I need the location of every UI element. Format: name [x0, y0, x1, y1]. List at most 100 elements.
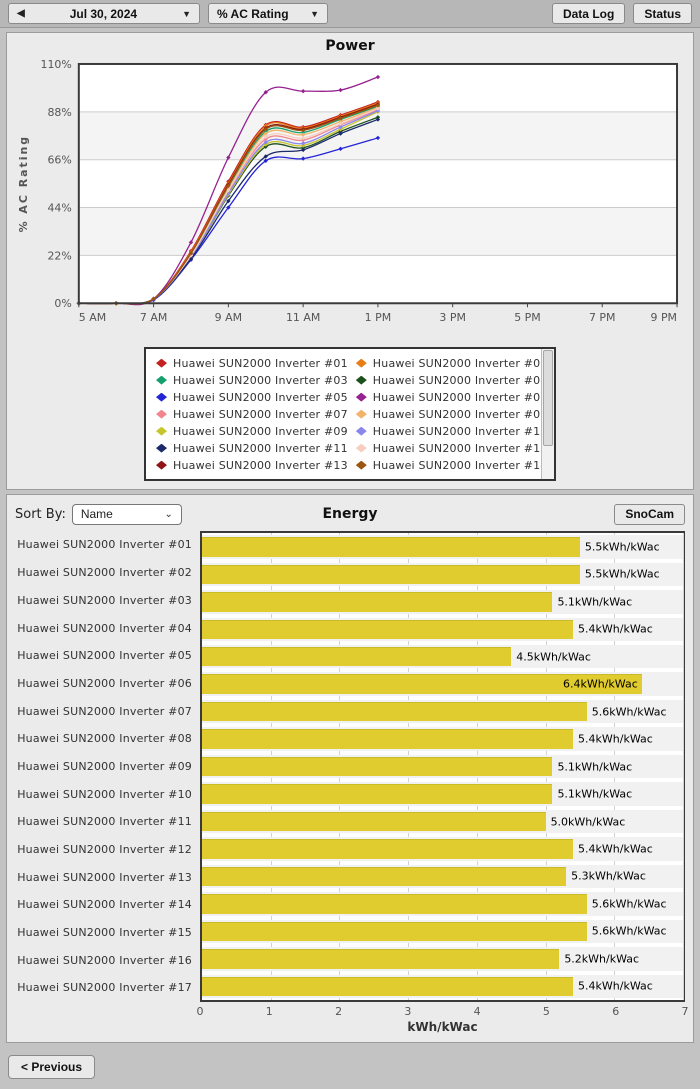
legend-grid: Huawei SUN2000 Inverter #01 Huawei SUN200… — [156, 356, 547, 472]
power-y-tick-label: 22% — [47, 249, 71, 262]
power-y-tick-label: 110% — [41, 58, 72, 71]
power-x-tick-label: 9 PM — [651, 311, 678, 324]
energy-bar — [202, 949, 560, 969]
power-x-tick-label: 7 PM — [589, 311, 616, 324]
energy-x-ticks: 0 1 2 3 4 5 6 7 — [196, 1002, 689, 1019]
legend-item: Huawei SUN2000 Inverter #07 — [156, 407, 348, 421]
legend-marker-diamond-icon — [355, 426, 367, 436]
power-y-tick-label: 88% — [47, 106, 71, 119]
toolbar: ◀ Jul 30, 2024 ▼ % AC Rating ▼ Data Log … — [0, 0, 700, 28]
legend-marker-diamond-icon — [355, 375, 367, 385]
legend-marker-diamond-icon — [156, 375, 167, 385]
energy-bar-row: 5.4kWh/kWac — [202, 973, 683, 1000]
energy-panel: Sort By: Name ⌄ Energy SnoCam Huawei SUN… — [6, 494, 694, 1044]
energy-bar-value: 5.6kWh/kWac — [591, 924, 667, 938]
data-log-button[interactable]: Data Log — [551, 3, 626, 24]
date-label: Jul 30, 2024 — [69, 6, 138, 21]
energy-bar-row: 5.1kWh/kWac — [202, 780, 683, 807]
legend-label: Huawei SUN2000 Inverter #02 — [372, 356, 548, 370]
legend-label: Huawei SUN2000 Inverter #07 — [173, 407, 348, 421]
legend-item: Huawei SUN2000 Inverter #08 — [355, 407, 548, 421]
chevron-down-icon: ▼ — [310, 8, 319, 19]
energy-x-label-row: kWh/kWac — [15, 1019, 685, 1034]
energy-row-label: Huawei SUN2000 Inverter #14 — [17, 898, 192, 912]
energy-bar-row: 5.1kWh/kWac — [202, 588, 683, 615]
legend-marker-diamond-icon — [355, 460, 367, 470]
energy-bar-value: 5.6kWh/kWac — [591, 705, 667, 719]
energy-gridline — [683, 533, 684, 1001]
energy-bar-row: 5.1kWh/kWac — [202, 753, 683, 780]
legend-item: Huawei SUN2000 Inverter #13 — [156, 458, 348, 472]
energy-x-tick-label: 0 — [196, 1005, 204, 1019]
energy-row-label: Huawei SUN2000 Inverter #04 — [17, 621, 192, 635]
energy-bar — [202, 619, 574, 639]
sort-by-select[interactable]: Name ⌄ — [71, 503, 182, 525]
energy-bar-value: 5.4kWh/kWac — [578, 732, 653, 746]
energy-bar-value: 5.1kWh/kWac — [557, 787, 633, 801]
legend-label: Huawei SUN2000 Inverter #10 — [372, 424, 548, 438]
energy-bar-row: 5.4kWh/kWac — [202, 835, 683, 862]
legend-marker-diamond-icon — [156, 409, 167, 419]
legend-scrollbar[interactable] — [541, 349, 554, 480]
power-x-tick-label: 5 AM — [79, 311, 106, 324]
energy-x-tick-label: 6 — [612, 1005, 620, 1019]
legend-label: Huawei SUN2000 Inverter #06 — [372, 390, 548, 404]
legend-scrollbar-thumb[interactable] — [543, 350, 553, 447]
energy-bar-row: 5.6kWh/kWac — [202, 890, 683, 917]
legend-label: Huawei SUN2000 Inverter #14 — [372, 458, 548, 472]
power-x-tick-label: 1 PM — [365, 311, 392, 324]
energy-bar-row: 5.5kWh/kWac — [202, 533, 683, 560]
energy-bar-row: 5.3kWh/kWac — [202, 863, 683, 890]
energy-bar-row: 5.5kWh/kWac — [202, 561, 683, 588]
energy-bar-value: 5.4kWh/kWac — [578, 622, 653, 636]
energy-x-tick-label: 2 — [335, 1005, 343, 1019]
power-x-tick-label: 11 AM — [286, 311, 320, 324]
snocam-button[interactable]: SnoCam — [614, 503, 685, 525]
power-x-tick-label: 5 PM — [514, 311, 541, 324]
energy-bar-value: 5.5kWh/kWac — [584, 567, 660, 581]
energy-row-label: Huawei SUN2000 Inverter #06 — [17, 676, 192, 690]
date-selector[interactable]: ◀ Jul 30, 2024 ▼ — [8, 3, 200, 24]
energy-bar — [202, 729, 574, 749]
energy-bar-row: 4.5kWh/kWac — [202, 643, 683, 670]
legend-marker-diamond-icon — [355, 443, 367, 453]
sort-by-value: Name — [80, 507, 113, 522]
energy-x-tick-label: 3 — [404, 1005, 412, 1019]
power-x-tick-label: 9 AM — [215, 311, 242, 324]
chevron-down-icon: ⌄ — [164, 508, 173, 520]
energy-bar-value: 5.5kWh/kWac — [584, 540, 660, 554]
energy-row-label: Huawei SUN2000 Inverter #11 — [17, 815, 192, 829]
energy-bar-labels: Huawei SUN2000 Inverter #01 Huawei SUN200… — [15, 531, 200, 1002]
energy-bar — [202, 839, 574, 859]
metric-selector[interactable]: % AC Rating ▼ — [208, 3, 328, 24]
sort-by-label: Sort By: — [15, 506, 66, 522]
energy-bar-row: 5.2kWh/kWac — [202, 945, 683, 972]
legend-label: Huawei SUN2000 Inverter #12 — [372, 441, 548, 455]
power-x-tick-label: 3 PM — [439, 311, 466, 324]
energy-bar — [202, 811, 546, 832]
legend-marker-diamond-icon — [156, 426, 167, 436]
energy-row-label: Huawei SUN2000 Inverter #16 — [17, 953, 192, 967]
back-arrow-icon[interactable]: ◀ — [17, 8, 25, 19]
energy-bar-value: 5.1kWh/kWac — [557, 760, 633, 774]
footer: < Previous — [0, 1047, 700, 1089]
energy-x-axis: 0 1 2 3 4 5 6 7 — [15, 1002, 689, 1019]
power-panel: Power 0% 22% 44% 66% 88% 110% 5 AM 7 AM 9 AM 11 A… — [6, 32, 694, 491]
power-legend: Huawei SUN2000 Inverter #01 Huawei SUN200… — [144, 347, 556, 482]
legend-item: Huawei SUN2000 Inverter #04 — [355, 373, 548, 387]
energy-row-label: Huawei SUN2000 Inverter #09 — [17, 759, 192, 773]
power-chart: 0% 22% 44% 66% 88% 110% 5 AM 7 AM 9 AM 11 AM 1 PM 3… — [17, 58, 679, 324]
status-button[interactable]: Status — [633, 3, 692, 24]
energy-bar-row: 5.6kWh/kWac — [202, 698, 683, 725]
metric-label: % AC Rating — [217, 6, 289, 21]
energy-row-label: Huawei SUN2000 Inverter #01 — [17, 538, 192, 552]
energy-row-label: Huawei SUN2000 Inverter #13 — [17, 870, 192, 884]
previous-button[interactable]: < Previous — [8, 1055, 96, 1080]
energy-bar — [202, 866, 567, 887]
legend-marker-diamond-icon — [156, 358, 167, 368]
legend-label: Huawei SUN2000 Inverter #09 — [173, 424, 348, 438]
legend-marker-diamond-icon — [355, 358, 367, 368]
energy-bar-row: 5.4kWh/kWac — [202, 725, 683, 752]
legend-label: Huawei SUN2000 Inverter #03 — [173, 373, 348, 387]
energy-bar — [202, 537, 580, 557]
